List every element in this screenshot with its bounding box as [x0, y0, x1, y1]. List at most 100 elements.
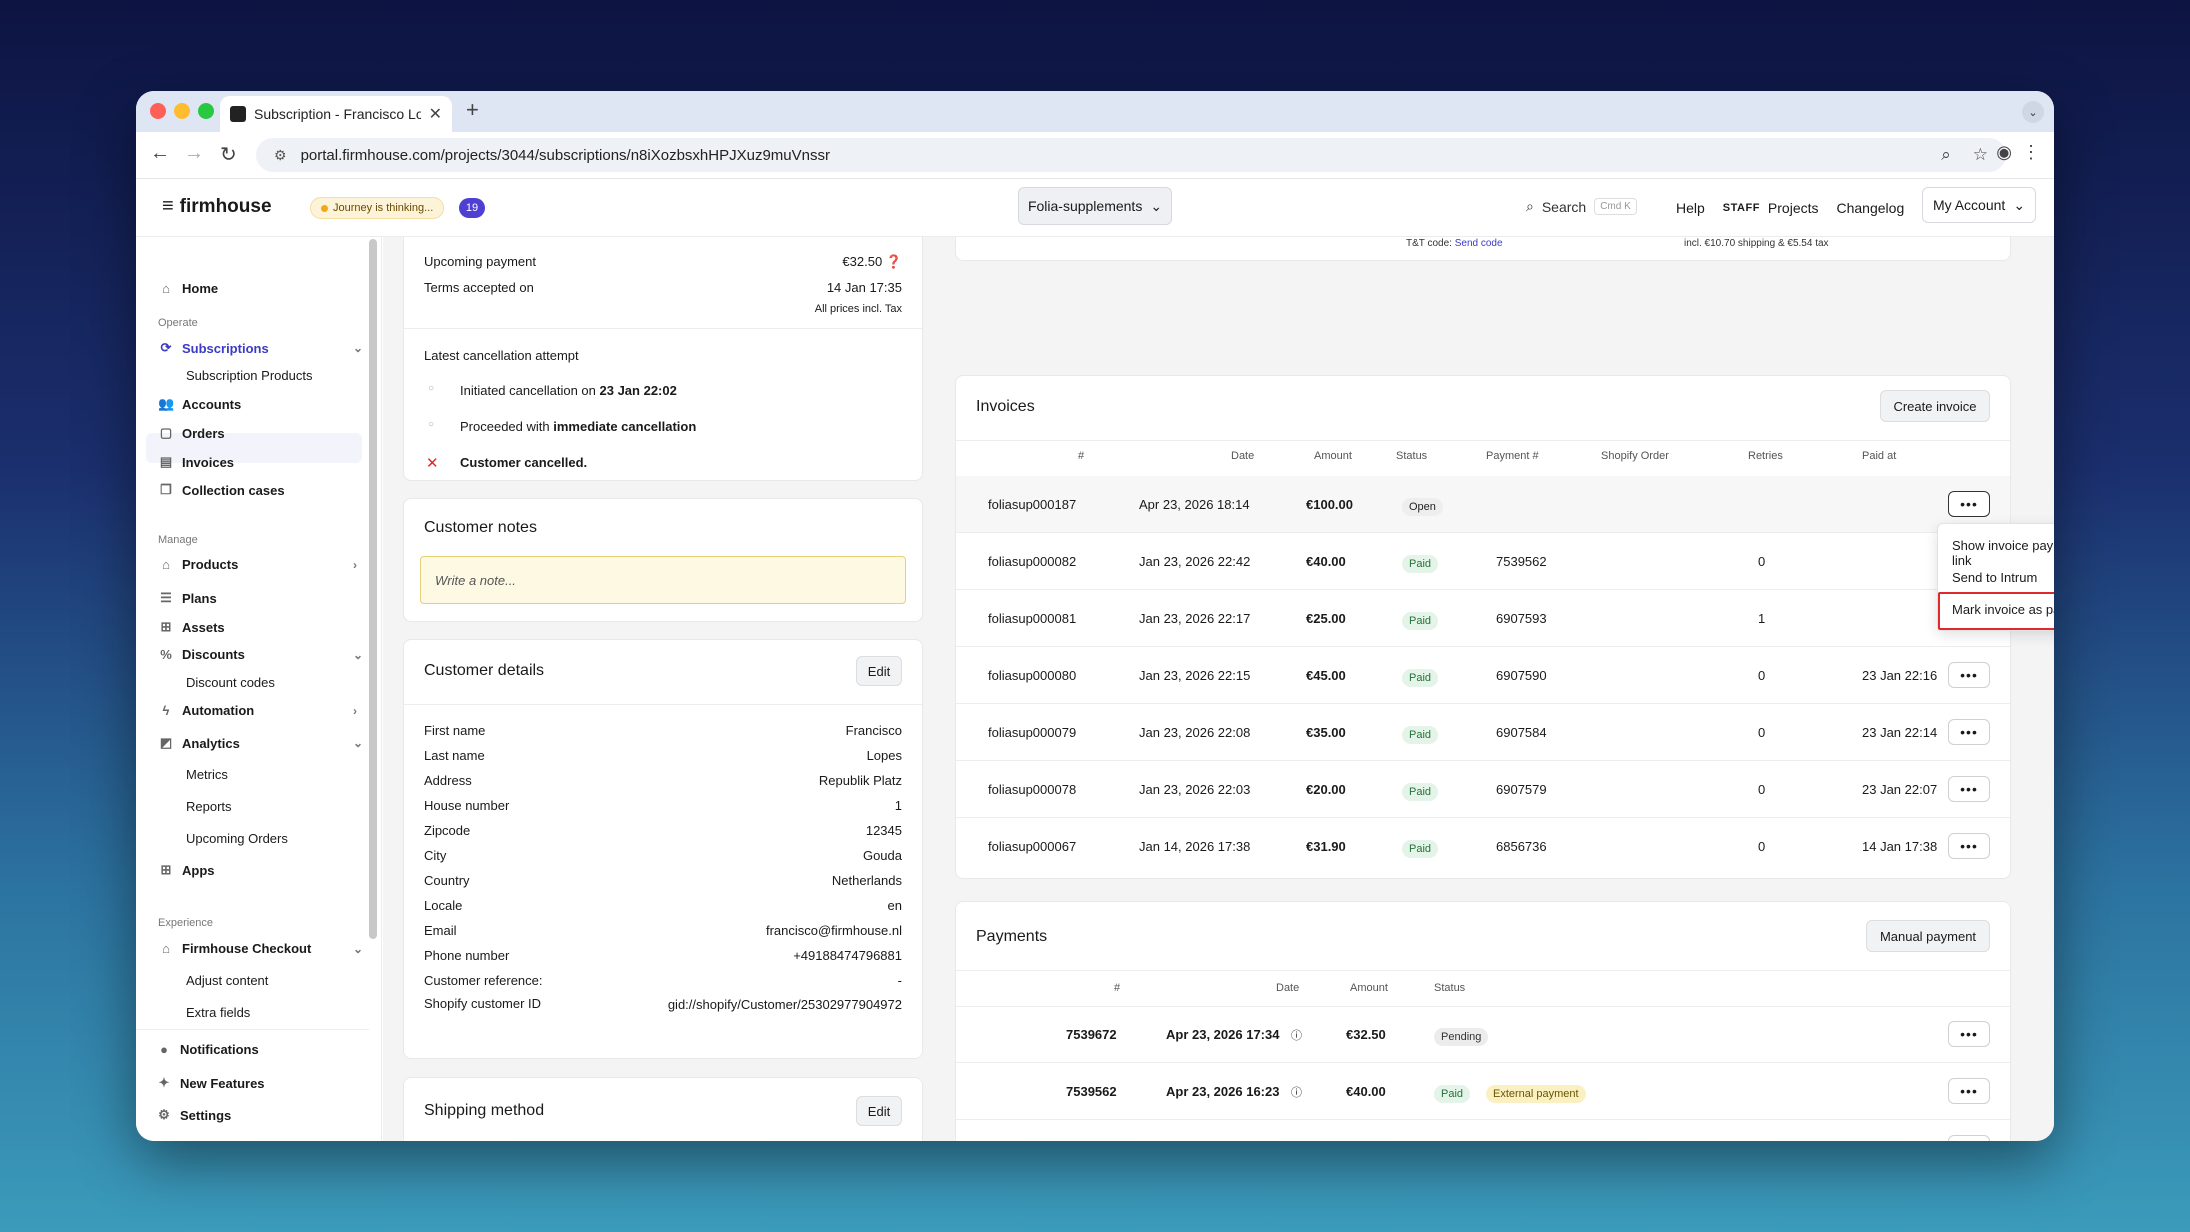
table-row[interactable]: foliasup000067 Jan 14, 2026 17:38 €31.90 Pa…: [956, 818, 2010, 875]
invoice-actions-button[interactable]: •••: [1948, 833, 1990, 859]
journey-count-badge[interactable]: 19: [459, 198, 485, 218]
sidebar-item-assets[interactable]: ⊞ Assets: [158, 619, 225, 635]
maximize-window-button[interactable]: [198, 103, 214, 119]
sidebar-item-new-features[interactable]: ✦ New Features: [156, 1075, 265, 1091]
sidebar-item-accounts[interactable]: 👥 Accounts: [158, 396, 241, 412]
projects-link[interactable]: Projects: [1768, 200, 1819, 216]
my-account-button[interactable]: My Account ⌄: [1922, 187, 2036, 223]
invoice-actions-button[interactable]: •••: [1948, 776, 1990, 802]
sidebar-item-invoices[interactable]: ▤ Invoices: [158, 454, 234, 470]
invoice-actions-button[interactable]: •••: [1948, 491, 1990, 517]
sidebar-item-adjust-content[interactable]: Adjust content: [186, 973, 268, 988]
sidebar-scrollbar[interactable]: [369, 239, 377, 939]
sidebar-item-products[interactable]: ⌂ Products ›: [158, 557, 357, 572]
cancellation-step-2: Proceeded with immediate cancellation: [460, 419, 697, 434]
sidebar-item-plans[interactable]: ☰ Plans: [158, 590, 217, 606]
bolt-icon: ϟ: [162, 703, 170, 718]
sidebar-item-home[interactable]: ⌂ Home: [158, 281, 218, 296]
sidebar-item-notifications[interactable]: ● Notifications: [156, 1042, 259, 1057]
customer-field-row: Zipcode 12345: [424, 823, 902, 838]
table-row[interactable]: 7505337Apr 17, 2026 03:47ⓘ€40.50Pending•…: [956, 1120, 2010, 1141]
search-button[interactable]: ⌕ Search Cmd K: [1526, 198, 1637, 215]
sidebar-item-apps[interactable]: ⊞ Apps: [158, 862, 215, 878]
table-row[interactable]: foliasup000078 Jan 23, 2026 22:03 €20.00 Pa…: [956, 761, 2010, 818]
firmhouse-logo[interactable]: ≡ firmhouse: [162, 195, 272, 218]
sidebar-item-analytics[interactable]: ◩ Analytics ⌄: [158, 735, 363, 751]
zoom-icon[interactable]: ⌕: [1941, 145, 1951, 165]
changelog-link[interactable]: Changelog: [1837, 200, 1905, 216]
table-row[interactable]: foliasup000082 Jan 23, 2026 22:42 €40.00 Pa…: [956, 533, 2010, 590]
invoice-id: foliasup000081: [988, 611, 1077, 626]
sidebar-item-metrics[interactable]: Metrics: [186, 767, 228, 782]
invoice-retries: 0: [1758, 554, 1766, 569]
browser-menu-icon[interactable]: ⋮: [2022, 142, 2040, 163]
project-switcher[interactable]: Folia-supplements ⌄: [1018, 187, 1172, 225]
sidebar-item-firmhouse-checkout[interactable]: ⌂ Firmhouse Checkout ⌄: [158, 941, 363, 956]
table-row[interactable]: foliasup000080 Jan 23, 2026 22:15 €45.00 Pa…: [956, 647, 2010, 704]
payment-actions-button[interactable]: •••: [1948, 1021, 1990, 1047]
address-bar[interactable]: ⚙ portal.firmhouse.com/projects/3044/sub…: [256, 138, 2006, 172]
reload-icon[interactable]: ↻: [220, 142, 237, 167]
payment-id: 7539562: [1066, 1084, 1117, 1099]
journey-status-badge[interactable]: Journey is thinking...: [310, 197, 445, 219]
invoice-actions-button[interactable]: •••: [1948, 662, 1990, 688]
close-tab-icon[interactable]: ✕: [429, 104, 442, 124]
table-row[interactable]: foliasup000081 Jan 23, 2026 22:17 €25.00 Pa…: [956, 590, 2010, 647]
payment-date: Apr 23, 2026 17:34: [1166, 1027, 1280, 1042]
search-icon: ⌕: [1526, 198, 1534, 214]
bag-icon: ⌂: [162, 941, 170, 956]
terms-row: Terms accepted on 14 Jan 17:35: [424, 280, 902, 295]
sidebar-item-reports[interactable]: Reports: [186, 799, 232, 814]
customer-field-row: Email francisco@firmhouse.nl: [424, 923, 902, 938]
help-icon[interactable]: ❓: [886, 254, 902, 269]
back-icon[interactable]: ←: [150, 142, 170, 165]
customer-details-title: Customer details: [424, 662, 545, 679]
note-input[interactable]: Write a note...: [420, 556, 906, 604]
site-settings-icon[interactable]: ⚙: [274, 147, 287, 164]
minimize-window-button[interactable]: [174, 103, 190, 119]
payment-actions-button[interactable]: •••: [1948, 1078, 1990, 1104]
edit-customer-button[interactable]: Edit: [856, 656, 902, 686]
invoice-paid-at: 23 Jan 22:16: [1862, 668, 1938, 683]
table-row[interactable]: 7539672 Apr 23, 2026 17:34 ⓘ €32.50 Pending •…: [956, 1006, 2010, 1063]
profile-icon[interactable]: ◉: [1996, 142, 2012, 163]
send-to-intrum-item[interactable]: Send to Intrum: [1952, 570, 2037, 585]
table-row[interactable]: 7539562 Apr 23, 2026 16:23 ⓘ €40.00 Paid Exte…: [956, 1063, 2010, 1120]
info-icon[interactable]: ⓘ: [1291, 1027, 1302, 1043]
sidebar-item-discount-codes[interactable]: Discount codes: [186, 675, 275, 690]
header-paid-at: Paid at: [1862, 450, 1897, 462]
divider: [404, 328, 922, 329]
manual-payment-button[interactable]: Manual payment: [1866, 920, 1990, 952]
chevron-right-icon: ›: [353, 557, 357, 572]
edit-shipping-button[interactable]: Edit: [856, 1096, 902, 1126]
customer-field-row: City Gouda: [424, 848, 902, 863]
sidebar-item-automation[interactable]: ϟ Automation ›: [158, 703, 357, 718]
invoice-retries: 0: [1758, 839, 1766, 854]
sidebar-item-upcoming-orders[interactable]: Upcoming Orders: [186, 831, 288, 846]
sidebar-item-settings[interactable]: ⚙ Settings: [156, 1107, 231, 1123]
sidebar-item-subscription-products[interactable]: Subscription Products: [186, 368, 312, 383]
sidebar-item-subscriptions[interactable]: ⟳ Subscriptions ⌄: [158, 340, 364, 356]
new-tab-icon[interactable]: +: [466, 97, 479, 123]
table-row[interactable]: foliasup000187 Apr 23, 2026 18:14 €100.00 O…: [956, 476, 2010, 533]
invoice-actions-button[interactable]: •••: [1948, 719, 1990, 745]
sidebar-item-collection-cases[interactable]: ❐ Collection cases: [158, 482, 284, 498]
help-link[interactable]: Help: [1676, 200, 1705, 216]
send-code-link[interactable]: Send code: [1455, 238, 1503, 249]
header-amount: Amount: [1314, 450, 1352, 462]
close-window-button[interactable]: [150, 103, 166, 119]
show-invoice-payment-link-item[interactable]: Show invoice payment link: [1952, 538, 2054, 568]
info-icon[interactable]: ⓘ: [1291, 1084, 1302, 1100]
payment-id: 7539672: [1066, 1027, 1117, 1042]
forward-icon[interactable]: →: [184, 142, 204, 165]
chevron-down-icon[interactable]: ⌄: [2022, 101, 2044, 123]
sidebar-item-extra-fields[interactable]: Extra fields: [186, 1005, 250, 1020]
browser-tab[interactable]: Subscription - Francisco Lopes ✕: [220, 96, 452, 132]
sidebar-item-orders[interactable]: ▢ Orders: [158, 425, 225, 441]
table-row[interactable]: foliasup000079 Jan 23, 2026 22:08 €35.00 Pa…: [956, 704, 2010, 761]
customer-field-row: Last name Lopes: [424, 748, 902, 763]
sidebar-item-discounts[interactable]: % Discounts ⌄: [158, 647, 363, 662]
bookmark-star-icon[interactable]: ☆: [1973, 145, 1988, 165]
create-invoice-button[interactable]: Create invoice: [1880, 390, 1990, 422]
payment-actions-button[interactable]: •••: [1948, 1135, 1990, 1141]
